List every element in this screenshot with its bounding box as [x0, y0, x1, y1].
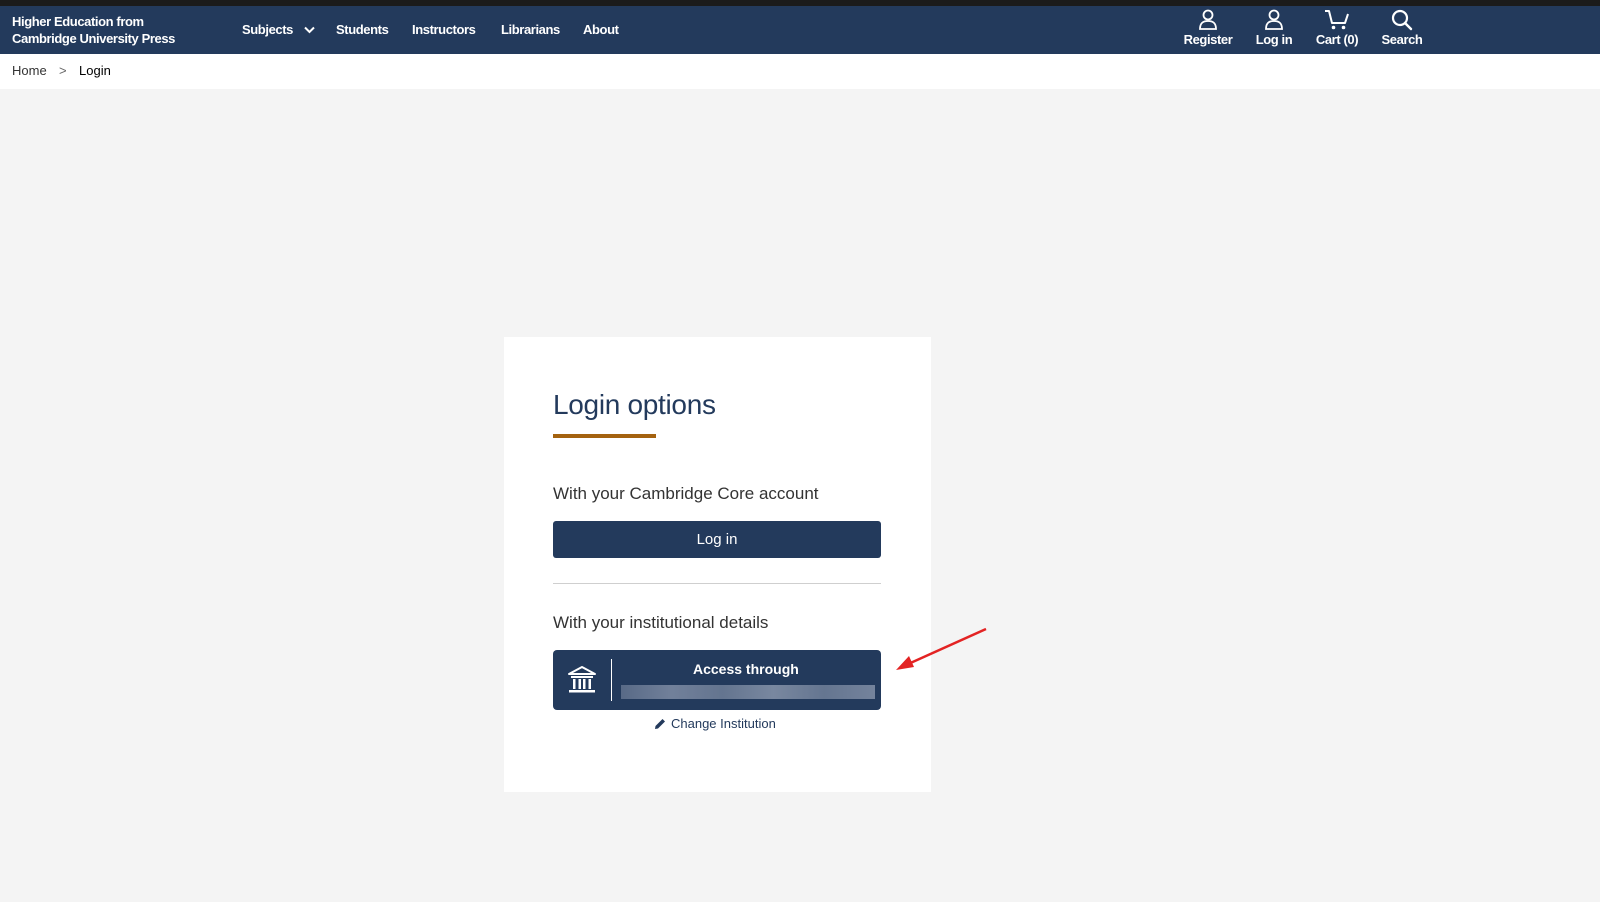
nav-instructors[interactable]: Instructors	[412, 22, 476, 37]
change-institution-label: Change Institution	[671, 716, 776, 731]
chevron-down-icon	[304, 26, 315, 33]
user-icon	[1199, 9, 1217, 30]
divider	[553, 583, 881, 584]
cart-label: Cart (0)	[1315, 32, 1359, 47]
brand-line-1: Higher Education from	[12, 14, 144, 29]
core-account-heading: With your Cambridge Core account	[553, 484, 819, 503]
access-through-institution-button[interactable]: Access through	[553, 650, 881, 710]
annotation-arrow-icon	[896, 627, 987, 670]
nav-subjects-label: Subjects	[242, 22, 293, 37]
breadcrumb-separator: >	[59, 63, 67, 78]
pencil-icon	[655, 718, 665, 729]
cart-icon	[1325, 10, 1349, 30]
login-button[interactable]: Log in	[553, 521, 881, 558]
user-icon	[1265, 9, 1283, 30]
redacted-institution-name	[621, 685, 875, 699]
cart-link[interactable]: Cart (0)	[1312, 6, 1362, 54]
login-label: Log in	[1255, 32, 1293, 47]
register-link[interactable]: Register	[1180, 6, 1236, 54]
nav-students[interactable]: Students	[336, 22, 389, 37]
institution-button-separator	[611, 659, 612, 701]
access-through-label: Access through	[693, 661, 799, 677]
search-icon	[1391, 9, 1413, 31]
search-link[interactable]: Search	[1378, 6, 1426, 54]
site-header: Higher Education from Cambridge Universi…	[0, 6, 1600, 54]
nav-subjects[interactable]: Subjects	[242, 22, 315, 37]
brand-line-2: Cambridge University Press	[12, 31, 176, 46]
breadcrumb: Home > Login	[0, 54, 1600, 89]
nav-librarians[interactable]: Librarians	[501, 22, 560, 37]
change-institution-link[interactable]: Change Institution	[654, 716, 776, 731]
search-label: Search	[1381, 32, 1423, 47]
breadcrumb-current: Login	[79, 63, 111, 78]
login-options-card: Login options With your Cambridge Core a…	[504, 337, 931, 792]
institution-heading: With your institutional details	[553, 613, 769, 632]
register-label: Register	[1183, 32, 1233, 47]
nav-about[interactable]: About	[583, 22, 619, 37]
login-link[interactable]: Log in	[1252, 6, 1296, 54]
brand-logo[interactable]: Higher Education from Cambridge Universi…	[12, 13, 175, 47]
title-underline	[553, 434, 656, 438]
page-title: Login options	[553, 389, 716, 420]
institution-icon	[568, 666, 596, 693]
breadcrumb-home[interactable]: Home	[12, 63, 47, 78]
